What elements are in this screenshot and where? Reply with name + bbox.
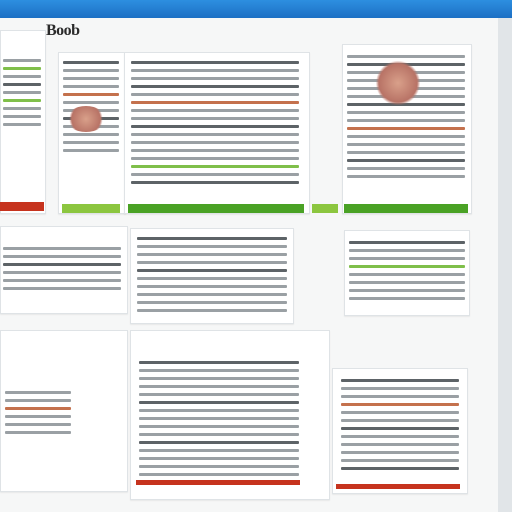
- left-sidebar-card: [0, 30, 46, 214]
- news-card-7[interactable]: [332, 368, 468, 494]
- thumbnail-image[interactable]: [66, 106, 106, 132]
- card-7-bar: [336, 484, 460, 489]
- left-sidebar-card-3: [0, 330, 128, 492]
- news-card-5[interactable]: [344, 230, 470, 316]
- divider-bar: [312, 204, 338, 213]
- news-card-6[interactable]: [130, 330, 330, 500]
- news-card-1[interactable]: [58, 52, 126, 214]
- window-titlebar: [0, 0, 512, 18]
- news-card-4[interactable]: [130, 228, 294, 324]
- card-1-bar: [62, 204, 120, 213]
- left-sidebar-bar: [0, 202, 44, 211]
- news-card-2[interactable]: [124, 52, 310, 214]
- left-sidebar-card-2: [0, 226, 128, 314]
- card-6-bar: [136, 480, 300, 485]
- card-2-bar: [128, 204, 304, 213]
- card-3-bar: [344, 204, 468, 213]
- site-logo[interactable]: Boob: [46, 22, 80, 40]
- thumbnail-image[interactable]: [376, 60, 420, 106]
